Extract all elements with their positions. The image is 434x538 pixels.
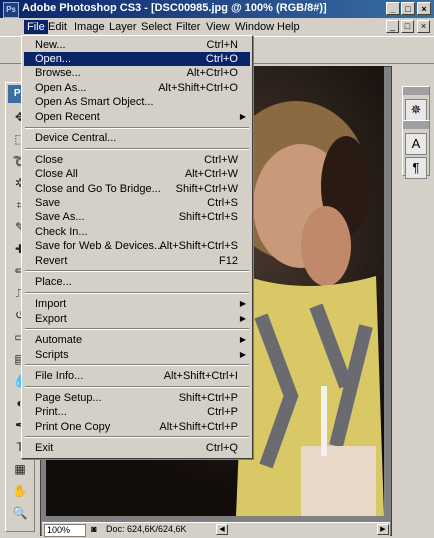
- menu-select[interactable]: Select: [138, 20, 175, 34]
- submenu-arrow-icon: ▶: [239, 350, 246, 359]
- paragraph-icon[interactable]: ¶: [405, 157, 427, 179]
- submenu-arrow-icon: ▶: [239, 299, 246, 308]
- submenu-arrow-icon: ▶: [239, 314, 246, 323]
- menu-item-new[interactable]: New... Ctrl+N: [24, 38, 250, 52]
- menu-separator: [25, 328, 249, 330]
- menu-item-open[interactable]: Open... Ctrl+O: [24, 52, 250, 66]
- character-icon[interactable]: A: [405, 133, 427, 155]
- menu-separator: [25, 292, 249, 294]
- menu-item-automate[interactable]: Automate ▶: [24, 333, 250, 347]
- menu-item-revert[interactable]: Revert F12: [24, 254, 250, 268]
- menu-help[interactable]: Help: [274, 20, 303, 34]
- menu-item-open-smart-object[interactable]: Open As Smart Object...: [24, 95, 250, 109]
- menu-item-close-go-bridge[interactable]: Close and Go To Bridge... Shift+Ctrl+W: [24, 182, 250, 196]
- navigator-icon[interactable]: ✵: [405, 99, 427, 121]
- menu-item-exit[interactable]: Exit Ctrl+Q: [24, 441, 250, 455]
- character-palette: A ¶: [402, 120, 430, 179]
- menu-separator: [25, 364, 249, 366]
- menu-separator: [25, 436, 249, 438]
- menu-window[interactable]: Window: [232, 20, 277, 34]
- menu-item-import[interactable]: Import ▶: [24, 297, 250, 311]
- menu-separator: [25, 148, 249, 150]
- zoom-tool-icon[interactable]: 🔍: [12, 505, 28, 521]
- doc-size-info: Doc: 624,6K/624,6K: [106, 524, 187, 534]
- title-bar: Ps Adobe Photoshop CS3 - [DSC00985.jpg @…: [0, 0, 434, 18]
- photoshop-app-icon: Ps: [3, 2, 19, 18]
- menu-item-scripts[interactable]: Scripts ▶: [24, 348, 250, 362]
- menu-item-place[interactable]: Place...: [24, 275, 250, 289]
- menu-item-save-as[interactable]: Save As... Shift+Ctrl+S: [24, 210, 250, 224]
- menu-item-close[interactable]: Close Ctrl+W: [24, 153, 250, 167]
- scroll-left-icon[interactable]: ◀: [216, 524, 228, 535]
- menu-separator: [25, 270, 249, 272]
- file-menu-dropdown: New... Ctrl+N Open... Ctrl+O Browse... Alt+…: [21, 35, 253, 459]
- submenu-arrow-icon: ▶: [239, 335, 246, 344]
- menu-item-browse[interactable]: Browse... Alt+Ctrl+O: [24, 66, 250, 80]
- zoom-level-field[interactable]: 100%: [44, 524, 86, 537]
- menu-filter[interactable]: Filter: [173, 20, 203, 34]
- menu-item-close-all[interactable]: Close All Alt+Ctrl+W: [24, 167, 250, 181]
- hand-tool-icon[interactable]: ✋: [12, 483, 28, 499]
- maximize-button[interactable]: □: [401, 2, 415, 15]
- menu-item-print-one-copy[interactable]: Print One Copy Alt+Shift+Ctrl+P: [24, 420, 250, 434]
- menu-separator: [25, 127, 249, 129]
- minimize-button[interactable]: _: [386, 2, 400, 15]
- menu-item-page-setup[interactable]: Page Setup... Shift+Ctrl+P: [24, 391, 250, 405]
- status-bar: 100% ◙ Doc: 624,6K/624,6K ◀ ▶: [42, 522, 390, 537]
- menu-separator: [25, 386, 249, 388]
- doc-minimize-button[interactable]: _: [386, 20, 399, 33]
- doc-maximize-button[interactable]: □: [401, 20, 414, 33]
- menu-item-export[interactable]: Export ▶: [24, 312, 250, 326]
- menu-item-check-in[interactable]: Check In...: [24, 225, 250, 239]
- menu-layer[interactable]: Layer: [106, 20, 140, 34]
- menu-edit[interactable]: Edit: [45, 20, 70, 34]
- menu-bar: File Edit Image Layer Select Filter View…: [0, 18, 434, 36]
- menu-item-save[interactable]: Save Ctrl+S: [24, 196, 250, 210]
- menu-item-open-recent[interactable]: Open Recent ▶: [24, 110, 250, 124]
- submenu-arrow-icon: ▶: [239, 112, 246, 121]
- menu-view[interactable]: View: [203, 20, 233, 34]
- close-button[interactable]: ×: [417, 2, 431, 15]
- doc-close-button[interactable]: ×: [417, 20, 430, 33]
- window-title: Adobe Photoshop CS3 - [DSC00985.jpg @ 10…: [22, 2, 327, 14]
- menu-item-print[interactable]: Print... Ctrl+P: [24, 405, 250, 419]
- scroll-right-icon[interactable]: ▶: [377, 524, 389, 535]
- menu-item-file-info[interactable]: File Info... Alt+Shift+Ctrl+I: [24, 369, 250, 383]
- status-info-icon[interactable]: ◙: [88, 524, 100, 535]
- menu-item-device-central[interactable]: Device Central...: [24, 131, 250, 145]
- menu-image[interactable]: Image: [71, 20, 108, 34]
- navigator-palette: ✵: [402, 86, 430, 124]
- menu-item-open-as[interactable]: Open As... Alt+Shift+Ctrl+O: [24, 81, 250, 95]
- notes-tool-icon[interactable]: ▦: [12, 461, 28, 477]
- menu-item-save-for-web[interactable]: Save for Web & Devices... Alt+Shift+Ctrl+…: [24, 239, 250, 253]
